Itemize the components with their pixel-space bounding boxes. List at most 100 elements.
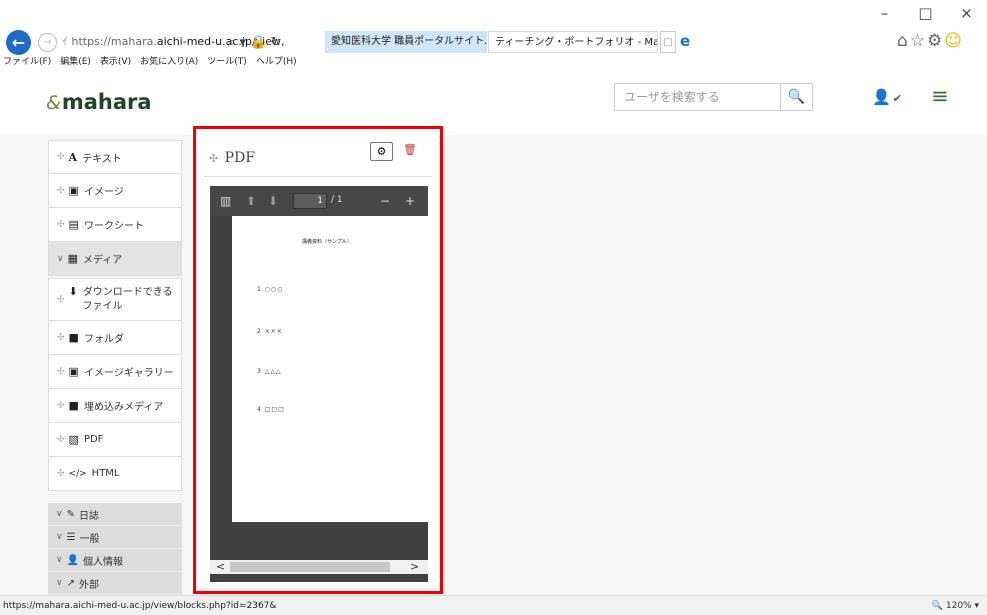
label-line2: ファイル [82, 301, 123, 312]
browser-chrome: – □ × ← → ｲ https://mahara.aichi-med-u.ac… [0, 0, 987, 70]
download-icon: ⬇ [68, 285, 78, 298]
external-link-icon: ↗ [66, 577, 75, 589]
chevron-down-icon: ∨ [56, 555, 63, 565]
search-icon: 🔍 [787, 89, 806, 105]
sidebar-item-embedded-media[interactable]: ✣ ■ 埋め込みメディア [48, 389, 182, 423]
address-bar[interactable]: ｲ https://mahara.aichi-med-u.ac.jp/view, [62, 31, 324, 53]
chevron-down-icon: ∨ [56, 578, 63, 588]
drag-icon: ✣ [57, 332, 65, 343]
mahara-logo[interactable]: &mahara [46, 90, 152, 114]
user-icon: 👤 [872, 88, 891, 106]
sidebar-category-label: 個人情報 [83, 556, 124, 568]
sidebar-item-pdf[interactable]: ✣ ▧ PDF [48, 423, 182, 457]
site-header: &mahara 🔍 👤✔ ≡ [0, 70, 987, 135]
zoom-level[interactable]: 🔍 120% ▾ [932, 596, 979, 615]
tab-mahara[interactable]: ティーチング・ポートフォリオ - Ma... × [488, 31, 658, 53]
sidebar-item-image[interactable]: ✣ ▣ イメージ [48, 174, 182, 208]
address-prefix: https://mahara. [71, 35, 157, 48]
sidebar-category-media[interactable]: ∨ ▦ メディア [48, 242, 182, 276]
drag-icon: ✣ [57, 468, 65, 479]
sidebar-category-general[interactable]: ∨ ☰ 一般 [48, 526, 182, 549]
sidebar-category-label: メディア [83, 255, 123, 266]
home-star-gear-icon[interactable]: ⌂☆⚙ [897, 31, 944, 51]
page-icon: ｲ [62, 35, 68, 48]
menu-tools[interactable]: ツール(T) [207, 55, 247, 70]
sidebar-item-label: イメージ [83, 187, 124, 198]
label-line1: ダウンロードできる [82, 287, 173, 298]
chevron-down-icon: ✔ [892, 92, 902, 105]
address-controls[interactable]: ⌕ ▾ 🔒 ↻ [228, 31, 281, 53]
code-icon: </> [68, 468, 87, 479]
chevron-down-icon: ∨ [56, 532, 63, 542]
close-button[interactable]: × [946, 0, 987, 26]
image-icon: ▣ [68, 184, 79, 197]
sidebar-item-download-file[interactable]: ✣ ⬇ ダウンロードできる ファイル [48, 278, 182, 321]
menu-help[interactable]: ヘルプ(H) [256, 55, 297, 70]
sidebar-category-label: 日誌 [78, 510, 99, 522]
text-icon: A [68, 150, 78, 164]
chevron-down-icon: ∨ [57, 253, 64, 264]
page-content: &mahara 🔍 👤✔ ≡ ✣ A テキスト ✣ ▣ イメージ ✣ ▤ ワーク… [0, 70, 987, 611]
drag-icon: ✣ [57, 294, 65, 305]
tab-label: ティーチング・ポートフォリオ - Ma... [495, 37, 658, 48]
sidebar-item-label: イメージギャラリー [83, 368, 174, 379]
drag-icon: ✣ [57, 152, 65, 162]
ie-logo-icon: e [680, 32, 691, 50]
logo-text: mahara [61, 90, 152, 114]
back-button[interactable]: ← [6, 30, 31, 55]
video-camera-icon: ■ [68, 399, 79, 412]
new-tab-button[interactable]: □ [660, 31, 676, 53]
download-file-label: ⬇ ダウンロードできる ファイル [69, 285, 173, 314]
sidebar-category-label: 外部 [78, 579, 99, 591]
navigation-row: ← → ｲ https://mahara.aichi-med-u.ac.jp/vi… [0, 27, 987, 57]
media-subitems: ✣ ⬇ ダウンロードできる ファイル ✣ ■ フォルダ ✣ ▣ イメージギャラリー… [48, 278, 182, 491]
status-url: https://mahara.aichi-med-u.ac.jp/view/bl… [3, 601, 277, 611]
menu-favorites[interactable]: お気に入り(A) [140, 55, 198, 70]
pencil-icon: ✎ [66, 508, 75, 520]
sidebar-item-label: PDF [83, 434, 104, 445]
menu-bar: ファイル(F) 編集(E) 表示(V) お気に入り(A) ツール(T) ヘルプ(… [0, 55, 297, 70]
sidebar-item-label: 埋め込みメディア [83, 402, 164, 413]
menu-file[interactable]: ファイル(F) [3, 55, 51, 70]
sidebar-item-worksheet[interactable]: ✣ ▤ ワークシート [48, 208, 182, 242]
highlight-annotation [193, 126, 443, 594]
smiley-icon[interactable]: ☺ [944, 31, 964, 51]
sidebar-item-html[interactable]: ✣ </> HTML [48, 457, 182, 491]
menu-edit[interactable]: 編集(E) [60, 55, 91, 70]
search-button[interactable]: 🔍 [780, 83, 813, 111]
drag-icon: ✣ [57, 400, 65, 411]
sidebar-item-text[interactable]: ✣ A テキスト [48, 140, 182, 174]
sidebar-item-image-gallery[interactable]: ✣ ▣ イメージギャラリー [48, 355, 182, 389]
chevron-down-icon: ∨ [56, 509, 63, 519]
window-controls: – □ × [864, 0, 987, 26]
sidebar-item-label: フォルダ [83, 334, 124, 345]
sidebar-category-label: 一般 [79, 533, 100, 545]
main-menu-icon[interactable]: ≡ [931, 84, 949, 108]
status-bar: https://mahara.aichi-med-u.ac.jp/view/bl… [0, 595, 987, 615]
sidebar-item-folder[interactable]: ✣ ■ フォルダ [48, 321, 182, 355]
minimize-button[interactable]: – [864, 0, 905, 26]
folder-icon: ■ [68, 331, 79, 344]
sidebar-item-label: HTML [91, 468, 120, 479]
sidebar-category-external[interactable]: ∨ ↗ 外部 [48, 572, 182, 595]
user-search-input[interactable] [614, 83, 780, 111]
tab-portal[interactable]: 愛知医科大学 職員ポータルサイト... [325, 31, 487, 53]
logo-mark: & [46, 92, 61, 114]
drag-icon: ✣ [57, 434, 65, 445]
tab-label: 愛知医科大学 職員ポータルサイト... [331, 36, 487, 47]
gallery-icon: ▣ [68, 365, 79, 378]
drag-icon: ✣ [57, 185, 65, 196]
pdf-file-icon: ▧ [68, 433, 79, 446]
sidebar-category-profile[interactable]: ∨ 👤 個人情報 [48, 549, 182, 572]
film-icon: ▦ [67, 252, 78, 265]
drag-icon: ✣ [57, 366, 65, 377]
browser-tools-icons[interactable]: ⌂☆⚙☺ [897, 31, 964, 51]
briefcase-icon: ☰ [66, 531, 76, 543]
sidebar-category-journal[interactable]: ∨ ✎ 日誌 [48, 503, 182, 526]
menu-view[interactable]: 表示(V) [100, 55, 131, 70]
maximize-button[interactable]: □ [905, 0, 946, 26]
sidebar-item-label: ワークシート [83, 221, 144, 232]
user-menu[interactable]: 👤 ✔ [872, 88, 902, 106]
block-type-sidebar: ✣ A テキスト ✣ ▣ イメージ ✣ ▤ ワークシート ∨ ▦ メディア ✣ … [48, 140, 182, 611]
forward-button[interactable]: → [38, 33, 57, 52]
